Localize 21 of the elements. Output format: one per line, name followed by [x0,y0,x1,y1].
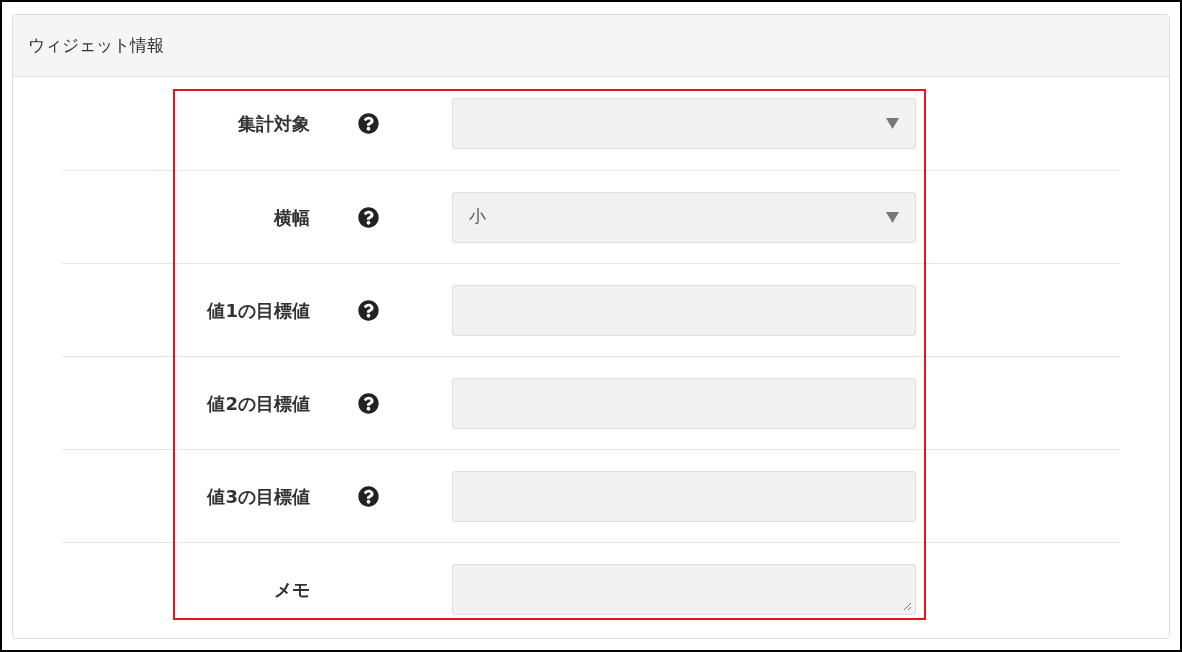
memo-field[interactable] [452,563,916,615]
input-field[interactable] [452,284,916,336]
field-label: 値3の目標値 [205,484,310,509]
select-field[interactable]: 小 [452,191,916,243]
panel-title: ウィジェット情報 [28,33,164,57]
field-label: メモ [273,577,310,602]
help-icon[interactable] [358,206,379,228]
input-field[interactable] [452,470,916,522]
field-label: 値2の目標値 [205,391,310,416]
select-field[interactable] [452,98,916,149]
caret-icon [886,118,899,129]
help-icon[interactable] [358,485,379,507]
input-field[interactable] [452,377,916,429]
help-icon[interactable] [358,113,379,134]
field-label: 集計対象 [237,112,310,136]
field-label: 値1の目標値 [205,298,310,323]
resize-grip-icon [903,601,912,611]
help-icon[interactable] [358,299,379,321]
help-icon[interactable] [358,392,379,414]
caret-icon [886,211,899,223]
field-label: 横幅 [272,205,310,230]
